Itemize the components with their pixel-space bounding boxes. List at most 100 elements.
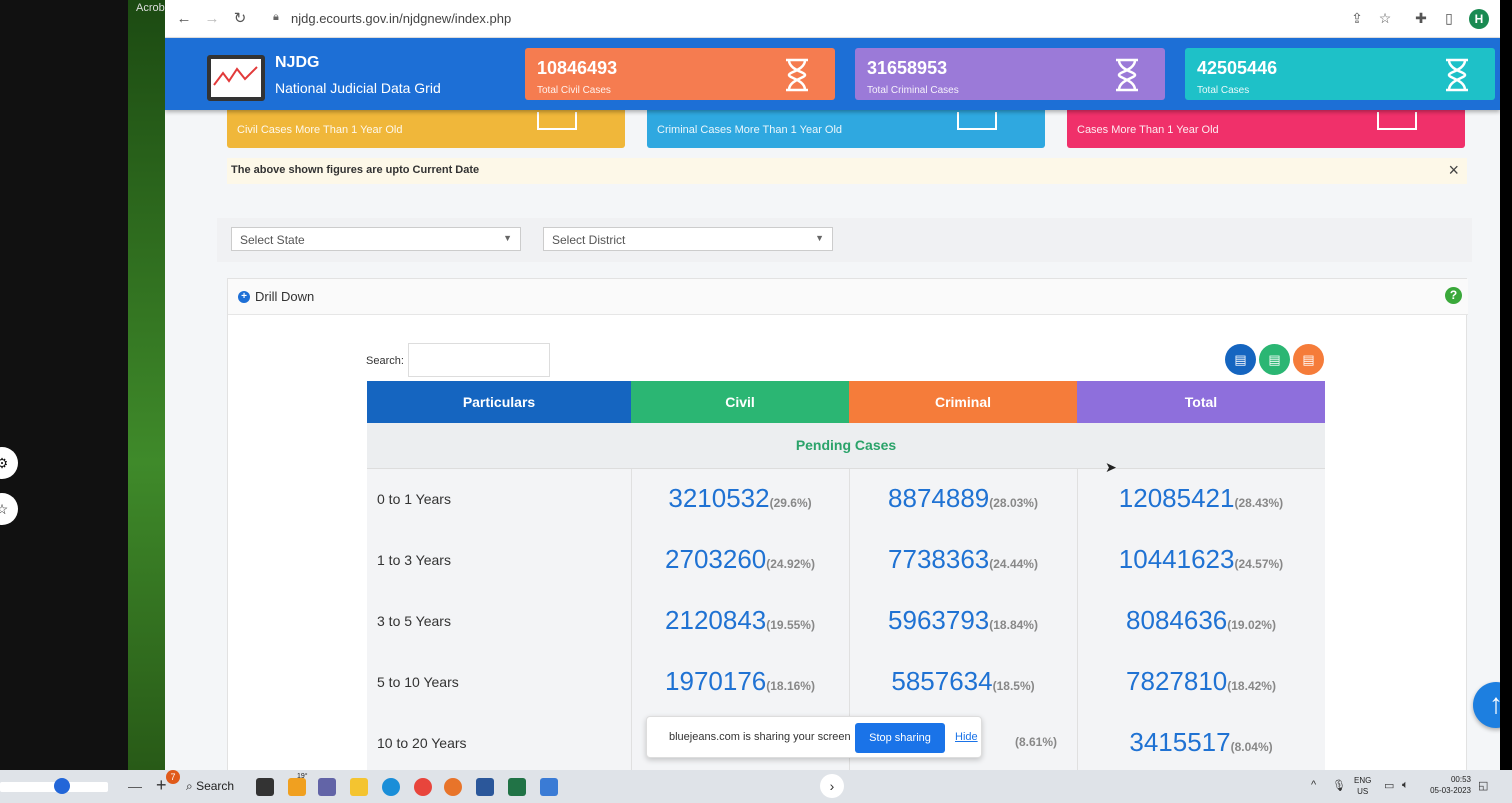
total-cell[interactable]: 8084636(19.02%) bbox=[1077, 591, 1325, 652]
bookmark-star-icon[interactable]: ☆ bbox=[1376, 9, 1394, 27]
criminal-percent: (28.03%) bbox=[989, 496, 1038, 510]
chevron-right-icon[interactable]: › bbox=[820, 774, 844, 798]
civil-percent: (18.16%) bbox=[766, 679, 815, 693]
total-criminal-card[interactable]: 31658953 Total Criminal Cases bbox=[855, 48, 1165, 100]
file-explorer-icon[interactable] bbox=[350, 778, 368, 796]
column-divider bbox=[1077, 469, 1078, 770]
notifications-icon[interactable]: ◱ bbox=[1478, 779, 1488, 792]
os-taskbar: — + 7 ⌕ Search 19° › ^ 🎙︎ ENG US ▭ 🔈︎ 00:… bbox=[0, 770, 1512, 803]
civil-value[interactable]: 3210532 bbox=[668, 483, 769, 513]
back-icon[interactable]: ← bbox=[175, 10, 193, 28]
criminal-percent: (24.44%) bbox=[989, 557, 1038, 571]
civil-cell[interactable]: 2120843(19.55%) bbox=[631, 591, 849, 652]
total-value[interactable]: 7827810 bbox=[1126, 666, 1227, 696]
header-total[interactable]: Total bbox=[1077, 381, 1325, 423]
total-cell[interactable]: 7827810(18.42%) bbox=[1077, 652, 1325, 713]
address-bar[interactable]: njdg.ecourts.gov.in/njdgnew/index.php bbox=[291, 11, 511, 26]
card-label: Criminal Cases More Than 1 Year Old bbox=[657, 124, 843, 136]
extensions-icon[interactable]: ✚ bbox=[1412, 9, 1430, 27]
criminal-value[interactable]: 7738363 bbox=[888, 544, 989, 574]
civil-cell[interactable]: 3210532(29.6%) bbox=[631, 469, 849, 530]
edge-icon[interactable] bbox=[382, 778, 400, 796]
search-input[interactable] bbox=[408, 343, 550, 377]
section-row: Pending Cases bbox=[367, 423, 1325, 469]
district-select[interactable]: Select District ▼ bbox=[543, 227, 833, 251]
header-criminal[interactable]: Criminal bbox=[849, 381, 1077, 423]
weather-icon[interactable] bbox=[288, 778, 306, 796]
export-csv-button[interactable]: ▤ bbox=[1293, 344, 1324, 375]
civil-old-card[interactable]: Civil Cases More Than 1 Year Old bbox=[227, 110, 625, 148]
close-icon[interactable]: × bbox=[1448, 160, 1459, 181]
word-icon[interactable] bbox=[476, 778, 494, 796]
criminal-cell[interactable]: 8874889(28.03%) bbox=[849, 469, 1077, 530]
language-indicator[interactable]: ENG US bbox=[1354, 775, 1371, 797]
total-value[interactable]: 12085421 bbox=[1119, 483, 1235, 513]
criminal-cell[interactable]: 5857634(18.5%) bbox=[849, 652, 1077, 713]
hide-link[interactable]: Hide bbox=[955, 731, 978, 743]
share-icon[interactable]: ⇪ bbox=[1348, 9, 1366, 27]
export-pdf-button[interactable]: ▤ bbox=[1225, 344, 1256, 375]
stop-sharing-button[interactable]: Stop sharing bbox=[855, 723, 945, 753]
panel-header[interactable]: + Drill Down ? bbox=[228, 279, 1468, 315]
taskbar-search[interactable]: ⌕ Search bbox=[186, 779, 234, 794]
criminal-value[interactable]: 5857634 bbox=[891, 666, 992, 696]
criminal-value[interactable]: 5963793 bbox=[888, 605, 989, 635]
help-icon[interactable]: ? bbox=[1445, 287, 1462, 304]
zoom-in-icon[interactable]: + bbox=[156, 775, 167, 796]
firefox-icon[interactable] bbox=[444, 778, 462, 796]
zoom-out-icon[interactable]: — bbox=[128, 778, 142, 794]
notification-badge: 7 bbox=[166, 770, 180, 784]
total-value[interactable]: 8084636 bbox=[1126, 605, 1227, 635]
browser-toolbar: ← → ↻ 🔒︎ njdg.ecourts.gov.in/njdgnew/ind… bbox=[165, 0, 1500, 38]
civil-value[interactable]: 2703260 bbox=[665, 544, 766, 574]
chrome-icon[interactable] bbox=[414, 778, 432, 796]
task-view-icon[interactable] bbox=[256, 778, 274, 796]
sidepanel-icon[interactable]: ▯ bbox=[1440, 9, 1458, 27]
card-value: 31658953 bbox=[867, 58, 948, 78]
total-cases-card[interactable]: 42505446 Total Cases bbox=[1185, 48, 1495, 100]
total-percent: (18.42%) bbox=[1227, 679, 1276, 693]
teams-icon[interactable] bbox=[318, 778, 336, 796]
forward-icon[interactable]: → bbox=[203, 10, 221, 28]
search-label: Search: bbox=[366, 355, 404, 367]
criminal-cell[interactable]: 7738363(24.44%) bbox=[849, 530, 1077, 591]
total-cell[interactable]: 10441623(24.57%) bbox=[1077, 530, 1325, 591]
civil-cell[interactable]: 1970176(18.16%) bbox=[631, 652, 849, 713]
reload-icon[interactable]: ↻ bbox=[231, 10, 249, 28]
microphone-icon[interactable]: 🎙︎ bbox=[1332, 779, 1346, 792]
total-cell[interactable]: 12085421(28.43%) bbox=[1077, 469, 1325, 530]
export-excel-button[interactable]: ▤ bbox=[1259, 344, 1290, 375]
scroll-to-top-button[interactable]: ↑ bbox=[1473, 682, 1500, 728]
network-icon[interactable]: ▭ bbox=[1384, 779, 1394, 792]
background-app-label: Acrob bbox=[136, 2, 165, 14]
dropdown-arrow-icon: ▼ bbox=[815, 233, 824, 243]
zoom-slider-knob[interactable] bbox=[54, 778, 70, 794]
criminal-value[interactable]: 8874889 bbox=[888, 483, 989, 513]
criminal-old-card[interactable]: Criminal Cases More Than 1 Year Old bbox=[647, 110, 1045, 148]
civil-value[interactable]: 1970176 bbox=[665, 666, 766, 696]
header-civil[interactable]: Civil bbox=[631, 381, 849, 423]
total-civil-card[interactable]: 10846493 Total Civil Cases bbox=[525, 48, 835, 100]
notepad-icon[interactable] bbox=[540, 778, 558, 796]
total-old-card[interactable]: Cases More Than 1 Year Old bbox=[1067, 110, 1465, 148]
volume-icon[interactable]: 🔈︎ bbox=[1402, 779, 1409, 792]
expand-icon[interactable]: + bbox=[238, 291, 250, 303]
taskbar-search-label: Search bbox=[196, 779, 235, 793]
total-value[interactable]: 3415517 bbox=[1129, 727, 1230, 757]
clock[interactable]: 00:53 05-03-2023 bbox=[1427, 774, 1471, 796]
header-particulars[interactable]: Particulars bbox=[367, 381, 631, 423]
state-select[interactable]: Select State ▼ bbox=[231, 227, 521, 251]
chevron-up-icon[interactable]: ^ bbox=[1311, 779, 1316, 791]
row-label: 0 to 1 Years bbox=[377, 491, 451, 507]
total-value[interactable]: 10441623 bbox=[1119, 544, 1235, 574]
drill-down-panel: + Drill Down ? Search: ▤ ▤ ▤ Particulars… bbox=[227, 278, 1468, 770]
total-percent: (8.04%) bbox=[1230, 740, 1273, 754]
excel-icon[interactable] bbox=[508, 778, 526, 796]
civil-value[interactable]: 2120843 bbox=[665, 605, 766, 635]
lock-icon[interactable]: 🔒︎ bbox=[273, 11, 279, 24]
civil-cell[interactable]: 2703260(24.92%) bbox=[631, 530, 849, 591]
criminal-cell[interactable]: 5963793(18.84%) bbox=[849, 591, 1077, 652]
total-cell[interactable]: 3415517(8.04%) bbox=[1077, 713, 1325, 770]
card-value: 42505446 bbox=[1197, 58, 1278, 78]
profile-avatar[interactable]: H bbox=[1469, 9, 1489, 29]
